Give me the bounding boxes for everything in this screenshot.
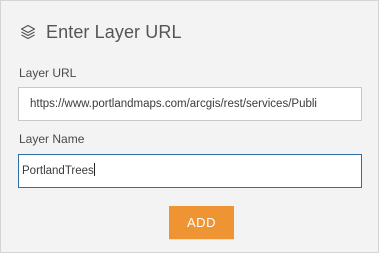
layer-url-input[interactable]: https://www.portlandmaps.com/arcgis/rest…: [18, 87, 362, 121]
panel-title: Enter Layer URL: [46, 21, 182, 42]
layer-name-input[interactable]: PortlandTrees: [18, 154, 362, 188]
panel-header: Enter Layer URL: [19, 19, 182, 45]
layer-url-value: https://www.portlandmaps.com/arcgis/rest…: [30, 98, 317, 110]
add-button[interactable]: ADD: [169, 206, 234, 239]
layer-name-value: PortlandTrees: [22, 165, 94, 177]
layer-name-label: Layer Name: [19, 132, 85, 146]
layer-url-label: Layer URL: [19, 66, 77, 80]
enter-layer-url-panel: Enter Layer URL Layer URL https://www.po…: [0, 0, 379, 253]
layers-icon: [19, 23, 37, 41]
text-cursor: [93, 163, 95, 177]
